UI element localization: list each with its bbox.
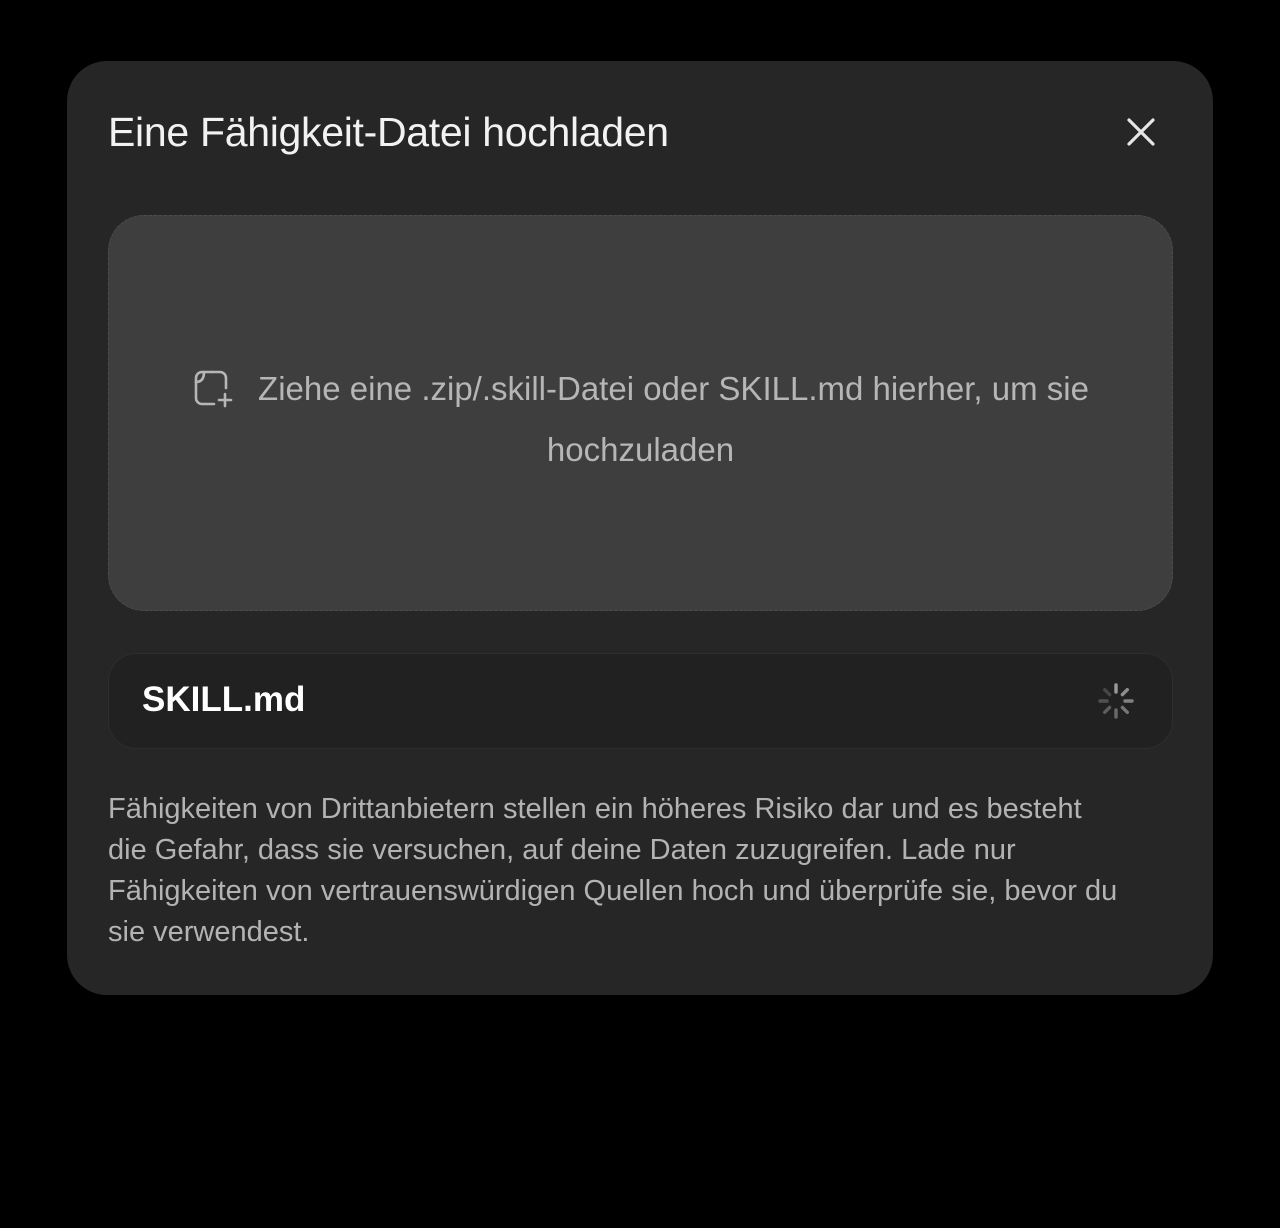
- dialog-title: Eine Fähigkeit-Datei hochladen: [108, 109, 669, 155]
- close-icon: [1127, 118, 1155, 146]
- third-party-warning: Fähigkeiten von Drittanbietern stellen e…: [108, 793, 1118, 948]
- loading-spinner-icon: [1098, 683, 1134, 719]
- close-button[interactable]: [1116, 107, 1166, 157]
- upload-dialog: Eine Fähigkeit-Datei hochladen Ziehe ein…: [67, 61, 1213, 995]
- dropzone-content: Ziehe eine .zip/.skill-Datei oder SKILL.…: [169, 362, 1112, 476]
- dropzone-text: Ziehe eine .zip/.skill-Datei oder SKILL.…: [258, 370, 1089, 468]
- file-dropzone[interactable]: Ziehe eine .zip/.skill-Datei oder SKILL.…: [108, 215, 1173, 611]
- file-name: SKILL.md: [142, 680, 306, 719]
- file-add-icon: [192, 368, 234, 423]
- uploaded-file-item: SKILL.md: [108, 653, 1173, 749]
